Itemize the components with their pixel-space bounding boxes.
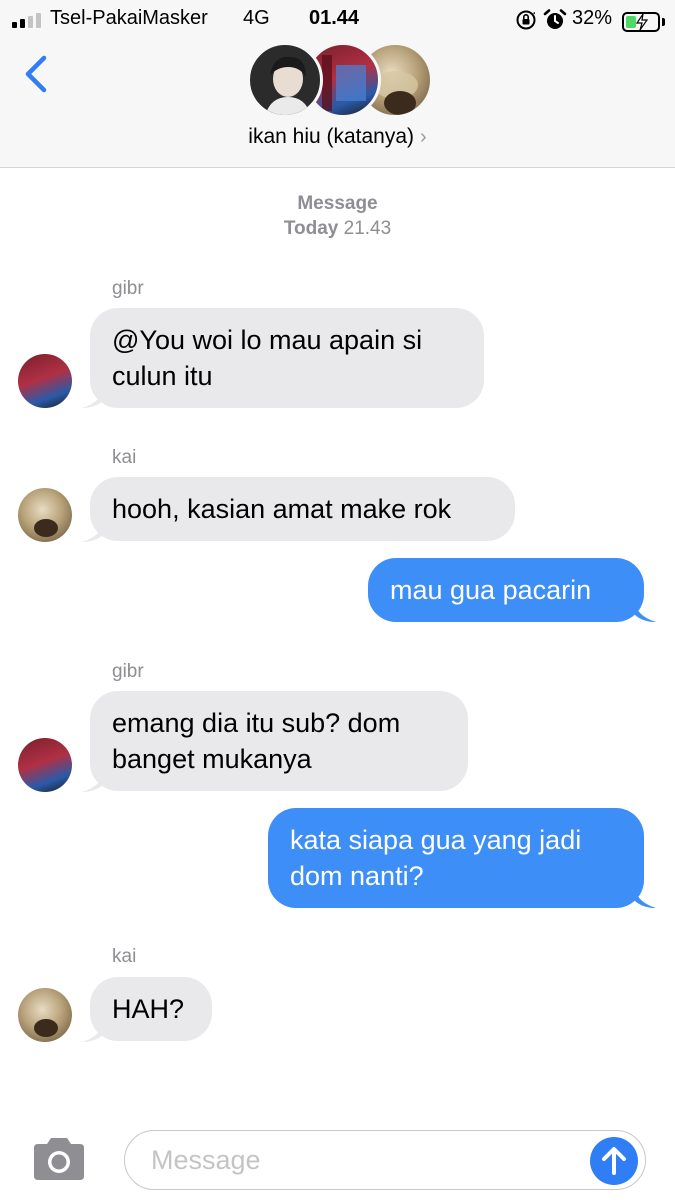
sender-avatar-kai[interactable] <box>18 488 72 542</box>
group-name-label: ikan hiu (katanya) <box>248 125 415 148</box>
back-chevron-icon[interactable] <box>18 52 54 96</box>
sender-name: kai <box>112 447 137 468</box>
message-bubble-incoming[interactable]: emang dia itu sub? dom banget mukanya <box>90 691 468 791</box>
send-button[interactable] <box>590 1137 638 1185</box>
battery-charging-icon <box>622 12 660 32</box>
orientation-lock-icon <box>516 10 536 30</box>
message-input-placeholder: Message <box>151 1145 261 1175</box>
status-bar: Tsel-PakaiMasker 4G 01.44 32% <box>0 6 675 32</box>
timestamp-day: Today <box>283 218 339 239</box>
message-bubble-incoming[interactable]: @You woi lo mau apain si culun itu <box>90 308 484 408</box>
signal-strength-icon <box>12 12 41 28</box>
message-input[interactable]: Message <box>124 1130 646 1190</box>
status-time: 01.44 <box>309 7 360 29</box>
group-avatars[interactable] <box>247 42 433 118</box>
carrier-name: Tsel-PakaiMasker <box>50 7 208 29</box>
message-bubble-outgoing[interactable]: mau gua pacarin <box>368 558 644 622</box>
group-name[interactable]: ikan hiu (katanya) › <box>0 125 675 149</box>
battery-percentage: 32% <box>572 7 613 29</box>
message-bubble-incoming[interactable]: HAH? <box>90 977 212 1041</box>
navigation-header: Tsel-PakaiMasker 4G 01.44 32% ikan hiu (… <box>0 0 675 168</box>
sender-name: gibr <box>112 278 144 299</box>
group-avatar-1 <box>247 42 323 118</box>
network-type: 4G <box>243 7 270 29</box>
camera-icon[interactable] <box>30 1136 88 1182</box>
message-bubble-incoming[interactable]: hooh, kasian amat make rok <box>90 477 515 541</box>
sender-avatar-gibr[interactable] <box>18 738 72 792</box>
arrow-up-icon <box>602 1147 626 1175</box>
message-bubble-outgoing[interactable]: kata siapa gua yang jadi dom nanti? <box>268 808 644 908</box>
alarm-icon <box>543 9 567 29</box>
service-label: Message <box>297 193 378 214</box>
sender-avatar-gibr[interactable] <box>18 354 72 408</box>
chevron-right-icon: › <box>420 126 427 148</box>
thread-timestamp: Message Today 21.43 <box>0 191 675 241</box>
sender-name: gibr <box>112 661 144 682</box>
sender-avatar-kai[interactable] <box>18 988 72 1042</box>
sender-name: kai <box>112 946 137 967</box>
timestamp-time: 21.43 <box>343 218 392 239</box>
